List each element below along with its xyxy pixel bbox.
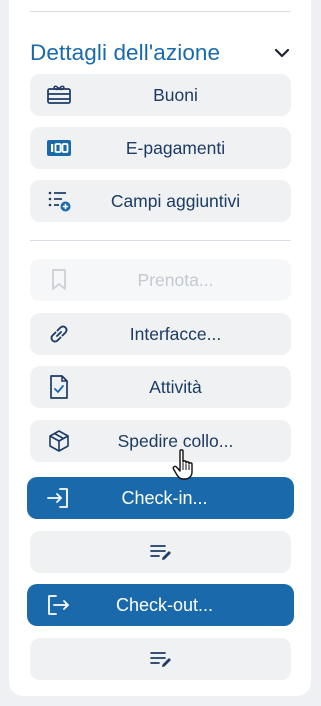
edit-notes-icon [149, 545, 171, 560]
gift-card-icon [46, 83, 72, 107]
checkout-notes-button[interactable] [30, 638, 291, 680]
checkin-button[interactable]: Check-in... [27, 477, 294, 519]
task-check-icon [46, 375, 72, 399]
list-add-icon [46, 189, 72, 213]
checkout-button[interactable]: Check-out... [27, 584, 294, 626]
section-title: Dettagli dell'azione [30, 40, 221, 65]
epayments-button[interactable]: E-pagamenti [30, 127, 291, 169]
middle-divider [30, 240, 291, 241]
edit-notes-icon [149, 652, 171, 667]
interfaces-button[interactable]: Interfacce... [30, 313, 291, 355]
bookmark-icon [46, 268, 72, 292]
payment-card-icon [46, 136, 72, 160]
link-icon [46, 322, 72, 346]
ship-package-button[interactable]: Spedire collo... [30, 420, 291, 462]
package-icon [46, 429, 72, 453]
tasks-button[interactable]: Attività [30, 366, 291, 408]
top-divider [30, 11, 291, 12]
custom-fields-button[interactable]: Campi aggiuntivi [30, 180, 291, 222]
logout-arrow-icon [45, 593, 71, 617]
checkin-notes-button[interactable] [30, 531, 291, 573]
login-arrow-icon [45, 486, 71, 510]
chevron-down-icon[interactable] [272, 43, 292, 63]
section-header[interactable]: Dettagli dell'azione [30, 38, 292, 68]
vouchers-button[interactable]: Buoni [30, 74, 291, 116]
book-button: Prenota... [30, 259, 291, 301]
